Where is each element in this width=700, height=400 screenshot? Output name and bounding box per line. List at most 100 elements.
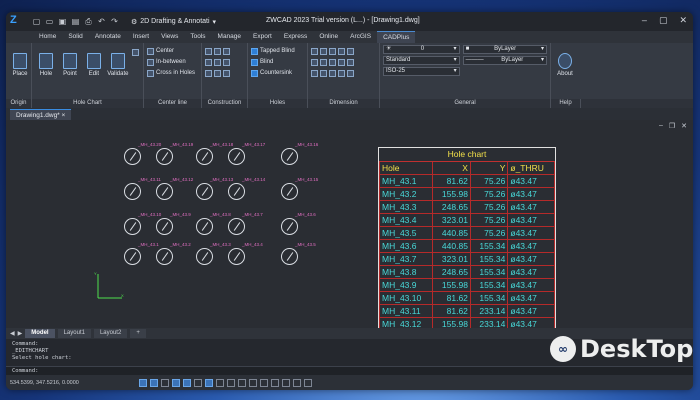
workspace-selector[interactable]: ⚙ 2D Drafting & Annotati ▾	[131, 18, 216, 26]
hole-circle[interactable]	[281, 148, 298, 165]
countersink-button[interactable]: Countersink	[251, 68, 304, 78]
clean-screen-icon[interactable]	[292, 378, 301, 387]
tapped-blind-button[interactable]: Tapped Blind	[251, 46, 304, 56]
dynamic-input-toggle-icon[interactable]	[215, 378, 224, 387]
print-icon[interactable]: ⎙	[84, 17, 93, 26]
minimize-icon[interactable]: –	[642, 15, 647, 26]
ortho-toggle-icon[interactable]	[160, 378, 169, 387]
construction-perp-icon[interactable]	[223, 58, 230, 66]
validate-button[interactable]: Validate	[107, 45, 128, 77]
in-between-button[interactable]: In-between	[147, 57, 198, 67]
hole-circle[interactable]	[228, 248, 245, 265]
otrack-toggle-icon[interactable]	[193, 378, 202, 387]
table-row[interactable]: MH_43.5 440.85 75.26 ø43.47	[378, 225, 555, 240]
construction-circle-icon[interactable]	[205, 69, 212, 77]
hole-circle[interactable]	[228, 218, 245, 235]
customize-icon[interactable]	[303, 378, 312, 387]
grid-toggle-icon[interactable]	[138, 378, 147, 387]
construction-angle-icon[interactable]	[223, 47, 230, 55]
dim-baseline-icon[interactable]	[320, 58, 327, 66]
dim-arc-icon[interactable]	[338, 58, 345, 66]
drawing-canvas[interactable]: – ❐ ✕ _MH_43.20 _MH_43.19 _MH_43.18 _MH_43.…	[6, 120, 693, 332]
add-layout-button[interactable]: +	[130, 329, 146, 338]
tab-export[interactable]: Export	[247, 31, 278, 43]
hole-circle[interactable]	[156, 248, 173, 265]
hole-circle[interactable]	[196, 183, 213, 200]
dim-ordinate-icon[interactable]	[311, 58, 318, 66]
hole-button[interactable]: Hole	[36, 45, 56, 77]
save-as-icon[interactable]: ▤	[71, 17, 80, 26]
table-row[interactable]: MH_43.11 81.62 233.14 ø43.47	[378, 303, 555, 318]
table-row[interactable]: MH_43.9 155.98 155.34 ø43.47	[378, 277, 555, 292]
hole-circle[interactable]	[281, 183, 298, 200]
tab-cadplus[interactable]: CADPlus	[377, 31, 416, 43]
dim-radius-icon[interactable]	[338, 47, 345, 55]
new-file-icon[interactable]: ▢	[32, 17, 41, 26]
table-settings-icon[interactable]	[132, 49, 139, 56]
table-row[interactable]: MH_43.3 248.65 75.26 ø43.47	[378, 199, 555, 214]
place-button[interactable]: Place	[10, 45, 30, 77]
hole-circle[interactable]	[156, 218, 173, 235]
hole-circle[interactable]	[281, 218, 298, 235]
close-icon[interactable]: ✕	[681, 122, 687, 130]
hole-circle[interactable]	[124, 183, 141, 200]
tab-views[interactable]: Views	[155, 31, 184, 43]
lock-icon[interactable]	[259, 378, 268, 387]
dim-edit-icon[interactable]	[347, 69, 354, 77]
hole-circle[interactable]	[196, 148, 213, 165]
table-row[interactable]: MH_43.10 81.62 155.34 ø43.47	[378, 290, 555, 305]
point-button[interactable]: Point	[60, 45, 80, 77]
dim-aligned-icon[interactable]	[320, 47, 327, 55]
doc-tab-drawing1[interactable]: Drawing1.dwg* ×	[10, 109, 72, 120]
selection-cycling-icon[interactable]	[226, 378, 235, 387]
table-row[interactable]: MH_43.6 440.85 155.34 ø43.47	[378, 238, 555, 253]
dim-continue-icon[interactable]	[329, 58, 336, 66]
close-icon[interactable]: ×	[62, 112, 66, 119]
construction-line-icon[interactable]	[205, 47, 212, 55]
osnap-toggle-icon[interactable]	[182, 378, 191, 387]
style-dropdown[interactable]: Standard ▾	[383, 56, 460, 65]
maximize-icon[interactable]: ▢	[659, 15, 668, 26]
nav-last-icon[interactable]: ▶	[18, 330, 23, 337]
restore-icon[interactable]: ❐	[669, 122, 675, 130]
tab-layout1[interactable]: Layout1	[57, 329, 91, 338]
tab-solid[interactable]: Solid	[62, 31, 88, 43]
close-icon[interactable]: ✕	[679, 15, 687, 26]
hole-chart-table[interactable]: Hole chart Hole X Y ø_THRU MH_43.1 81.62 7…	[378, 147, 556, 332]
table-row[interactable]: MH_43.4 323.01 75.26 ø43.47	[378, 212, 555, 227]
tab-insert[interactable]: Insert	[127, 31, 155, 43]
minimize-icon[interactable]: –	[659, 122, 663, 130]
dim-diameter-icon[interactable]	[347, 47, 354, 55]
construction-ray-icon[interactable]	[214, 47, 221, 55]
tab-model[interactable]: Model	[25, 329, 55, 338]
dim-angular-icon[interactable]	[329, 47, 336, 55]
dim-update-icon[interactable]	[338, 69, 345, 77]
cross-in-holes-button[interactable]: Cross in Holes	[147, 68, 198, 78]
hole-circle[interactable]	[196, 218, 213, 235]
about-button[interactable]: About	[555, 45, 575, 77]
nav-first-icon[interactable]: ◀	[10, 330, 15, 337]
hardware-accel-icon[interactable]	[281, 378, 290, 387]
save-icon[interactable]: ▣	[58, 17, 67, 26]
tab-annotate[interactable]: Annotate	[89, 31, 127, 43]
table-row[interactable]: MH_43.7 323.01 155.34 ø43.47	[378, 251, 555, 266]
hole-circle[interactable]	[124, 148, 141, 165]
dim-linear-icon[interactable]	[311, 47, 318, 55]
isolate-icon[interactable]	[270, 378, 279, 387]
tab-express[interactable]: Express	[278, 31, 313, 43]
table-row[interactable]: MH_43.8 248.65 155.34 ø43.47	[378, 264, 555, 279]
tab-online[interactable]: Online	[313, 31, 344, 43]
construction-parallel-icon[interactable]	[214, 58, 221, 66]
dim-leader-icon[interactable]	[311, 69, 318, 77]
blind-button[interactable]: Blind	[251, 57, 304, 67]
hole-circle[interactable]	[281, 248, 298, 265]
table-row[interactable]: MH_43.2 155.98 75.26 ø43.47	[378, 186, 555, 201]
tab-manage[interactable]: Manage	[212, 31, 248, 43]
linetype-dropdown[interactable]: ——— ByLayer ▾	[462, 56, 547, 65]
hole-circle[interactable]	[196, 248, 213, 265]
tab-arcgis[interactable]: ArcGIS	[344, 31, 377, 43]
edit-button[interactable]: Edit	[84, 45, 104, 77]
snap-toggle-icon[interactable]	[149, 378, 158, 387]
undo-icon[interactable]: ↶	[97, 17, 106, 26]
hole-circle[interactable]	[124, 248, 141, 265]
